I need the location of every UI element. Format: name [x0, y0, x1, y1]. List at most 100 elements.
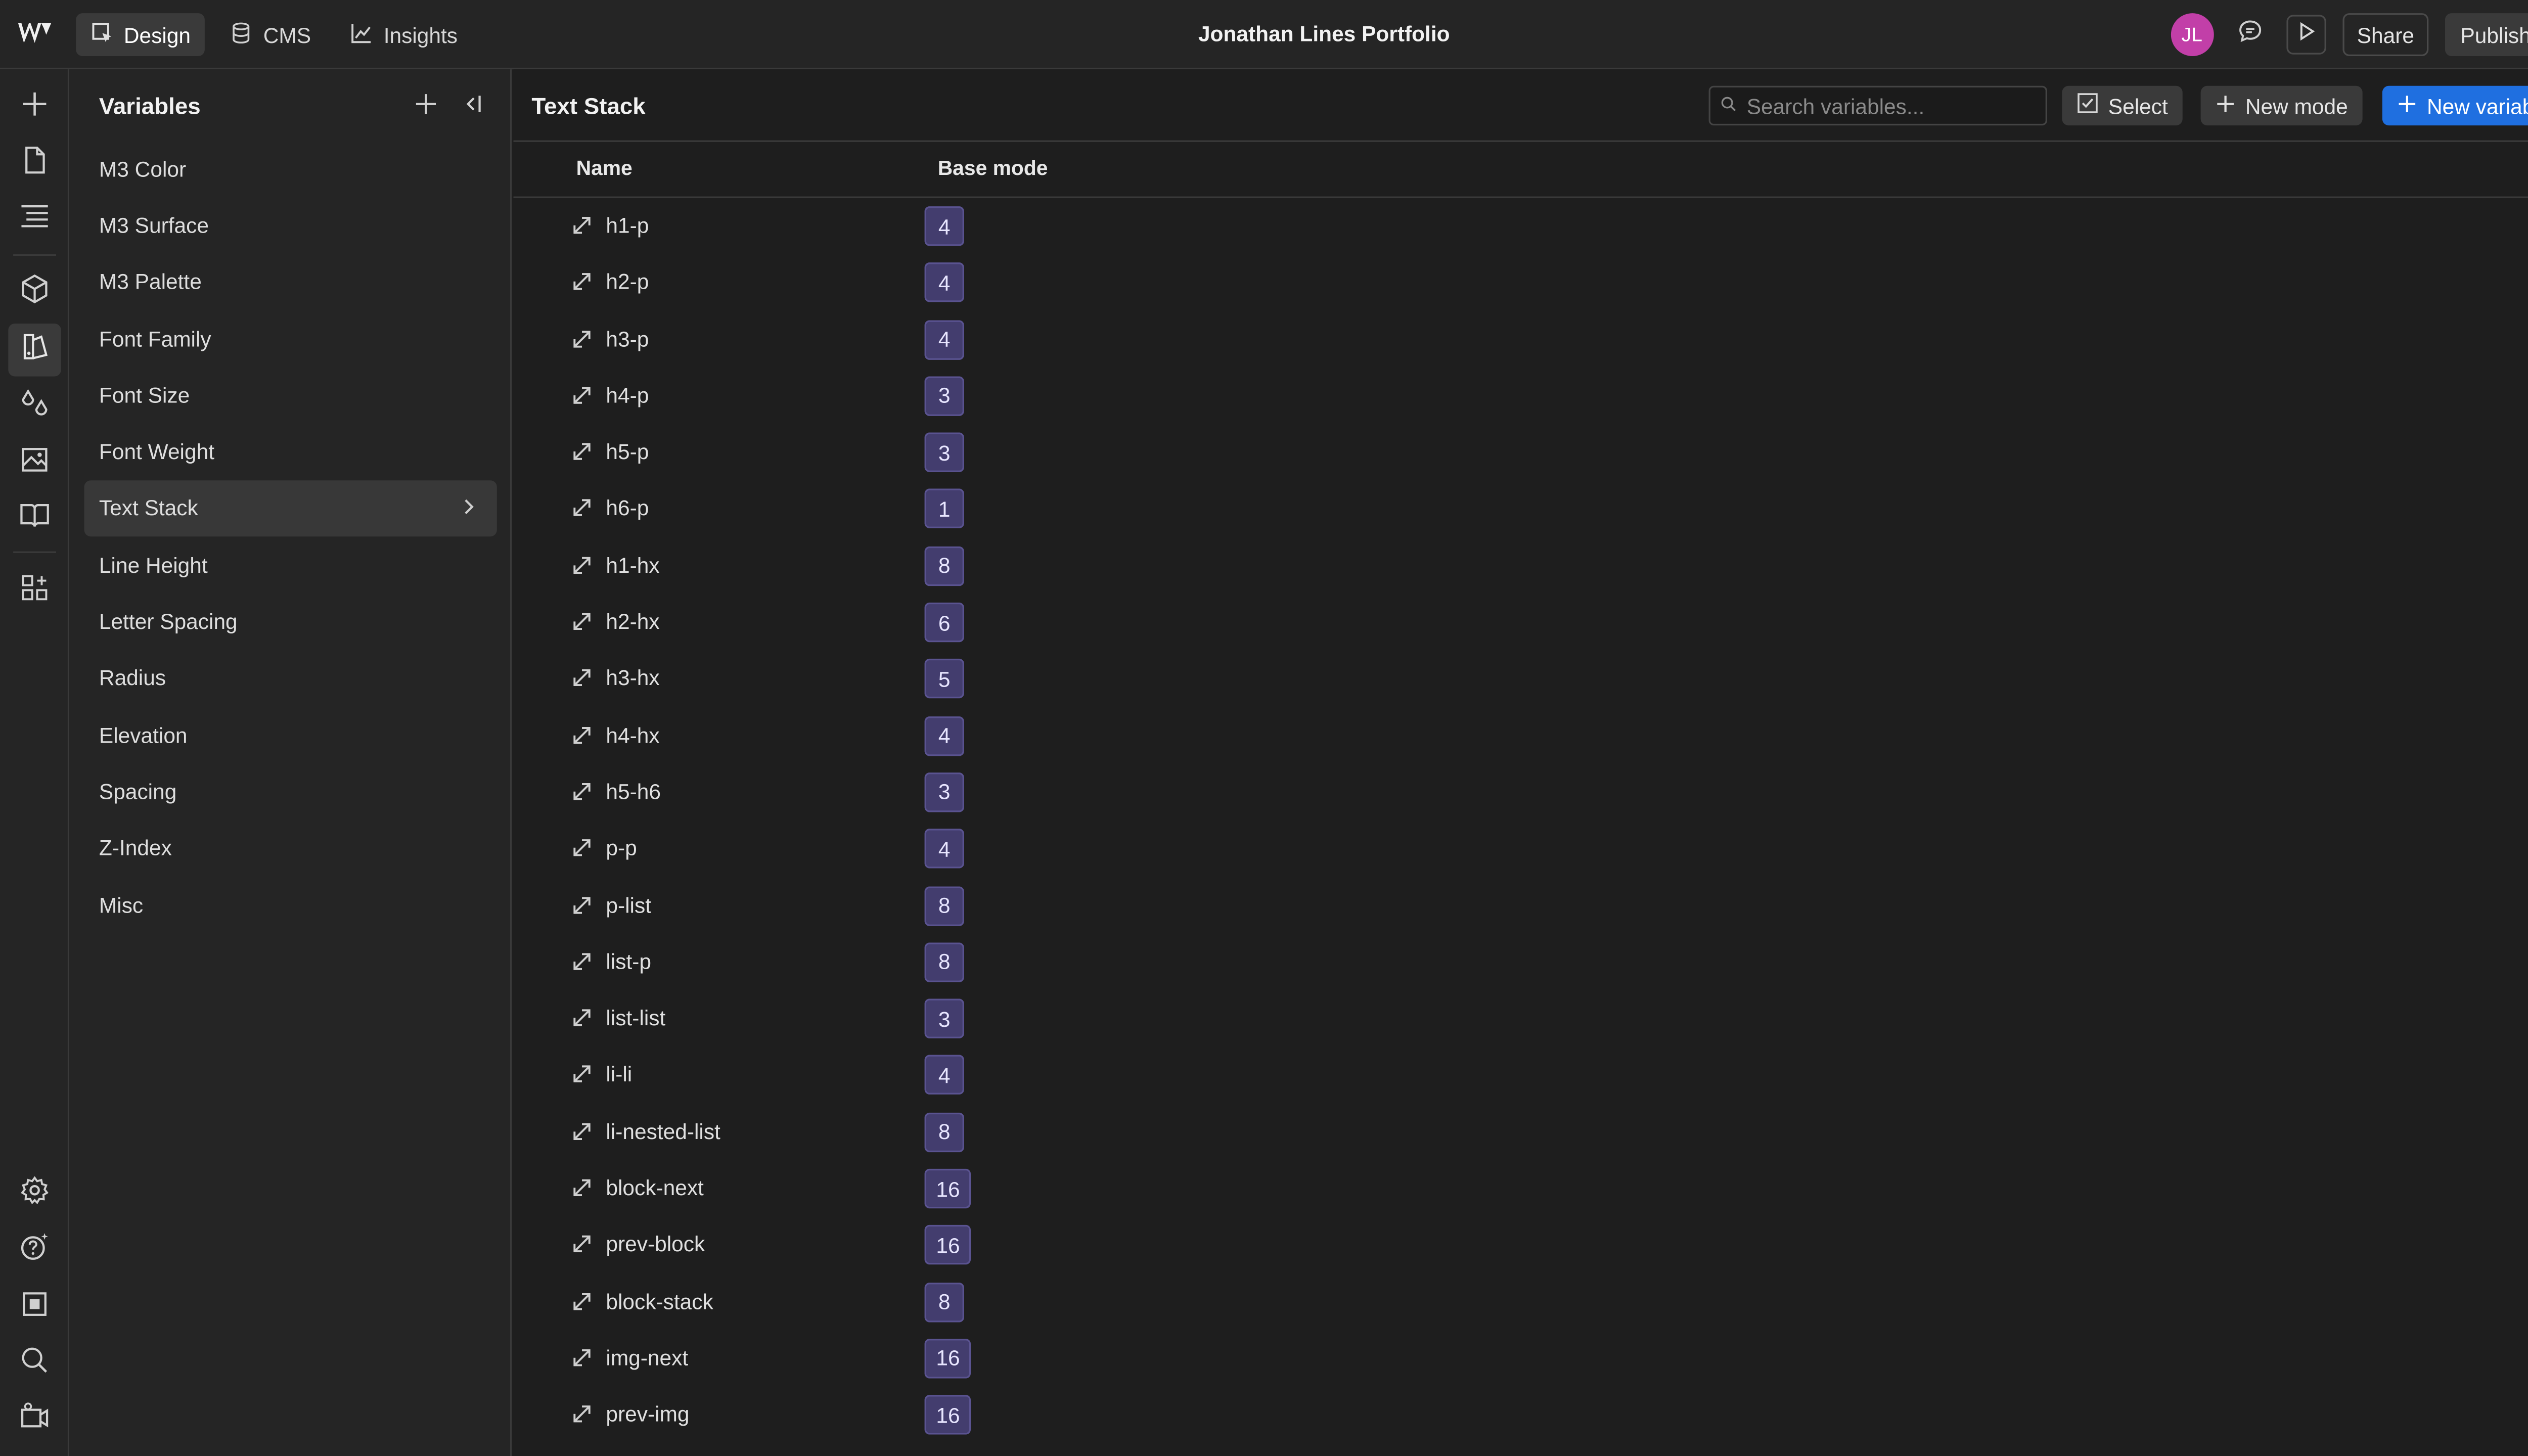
collection-item[interactable]: Font Weight — [84, 423, 497, 480]
variables-panel-button[interactable] — [8, 324, 61, 377]
avatar[interactable]: JL — [2170, 13, 2214, 57]
collection-item[interactable]: M3 Surface — [84, 197, 497, 254]
table-row[interactable]: p-p 4 — [514, 821, 2528, 878]
collapse-panel-button[interactable] — [457, 89, 487, 119]
table-row[interactable]: h2-hx 6 — [514, 595, 2528, 651]
search-button[interactable] — [8, 1337, 61, 1390]
navigator-panel-button[interactable] — [8, 193, 61, 246]
table-row[interactable]: h3-p 4 — [514, 311, 2528, 368]
collection-item[interactable]: Elevation — [84, 706, 497, 763]
variable-value-badge[interactable]: 8 — [924, 886, 964, 926]
variable-value-badge[interactable]: 8 — [924, 546, 964, 586]
table-row[interactable]: img-next 16 — [514, 1331, 2528, 1387]
left-tool-rail — [0, 69, 70, 1456]
table-row[interactable]: li-nested-list 8 — [514, 1104, 2528, 1161]
add-panel-button[interactable] — [8, 81, 61, 133]
variable-value-badge[interactable]: 3 — [924, 433, 964, 473]
collection-item[interactable]: Line Height — [84, 536, 497, 593]
styles-panel-button[interactable] — [8, 380, 61, 432]
resize-diagonal-icon — [571, 271, 593, 301]
table-row[interactable]: h5-p 3 — [514, 425, 2528, 481]
apps-panel-button[interactable] — [8, 565, 61, 617]
variable-value-badge[interactable]: 16 — [924, 1168, 972, 1209]
comments-button[interactable] — [2230, 15, 2269, 54]
drops-icon — [18, 385, 51, 427]
select-button[interactable]: Select — [2062, 85, 2183, 126]
audit-button[interactable] — [8, 1281, 61, 1334]
collection-item[interactable]: Letter Spacing — [84, 593, 497, 650]
components-panel-button[interactable] — [8, 266, 61, 318]
variable-rows: h1-p 4 h2-p 4 h3-p 4 h4-p 3 h5-p 3 h6-p 1 h1-hx 8 h2-h… — [514, 198, 2528, 1444]
table-row[interactable]: list-list 3 — [514, 991, 2528, 1048]
resize-diagonal-icon — [571, 1234, 593, 1263]
pages-panel-button[interactable] — [8, 137, 61, 190]
table-row[interactable]: prev-block 16 — [514, 1217, 2528, 1274]
variable-value-badge[interactable]: 5 — [924, 659, 964, 699]
preview-button[interactable] — [2286, 15, 2326, 55]
variable-name: prev-block — [606, 1232, 705, 1257]
collection-item[interactable]: Misc — [84, 876, 497, 933]
rail-divider — [13, 254, 57, 256]
new-variable-button[interactable]: New variable — [2382, 85, 2528, 126]
variable-value-badge[interactable]: 8 — [924, 1282, 964, 1322]
table-row[interactable]: block-stack 8 — [514, 1274, 2528, 1331]
variable-value-badge[interactable]: 4 — [924, 829, 964, 869]
table-row[interactable]: list-p 8 — [514, 934, 2528, 991]
collection-item[interactable]: Radius — [84, 650, 497, 706]
search-input[interactable] — [1746, 93, 2027, 118]
variable-value-badge[interactable]: 3 — [924, 772, 964, 812]
table-row[interactable]: prev-img 16 — [514, 1387, 2528, 1444]
assets-panel-button[interactable] — [8, 436, 61, 488]
collection-item[interactable]: Text Stack — [84, 480, 497, 537]
help-button[interactable] — [8, 1223, 61, 1276]
table-row[interactable]: h3-hx 5 — [514, 651, 2528, 708]
add-collection-button[interactable] — [411, 89, 441, 119]
settings-button[interactable] — [8, 1167, 61, 1220]
variable-value-badge[interactable]: 4 — [924, 206, 964, 246]
variable-name: h3-p — [606, 326, 649, 351]
variable-value-badge[interactable]: 16 — [924, 1395, 972, 1435]
collection-item[interactable]: Z-Index — [84, 820, 497, 876]
table-row[interactable]: h6-p 1 — [514, 481, 2528, 538]
table-row[interactable]: h4-p 3 — [514, 368, 2528, 425]
variable-value-badge[interactable]: 4 — [924, 320, 964, 359]
share-button[interactable]: Share — [2342, 13, 2429, 57]
table-row[interactable]: p-list 8 — [514, 878, 2528, 934]
collection-item[interactable]: Font Size — [84, 367, 497, 424]
video-tutorials-button[interactable] — [8, 1393, 61, 1446]
collection-item[interactable]: Font Family — [84, 310, 497, 367]
table-row[interactable]: li-li 4 — [514, 1048, 2528, 1104]
table-row[interactable]: h5-h6 3 — [514, 764, 2528, 821]
table-row[interactable]: h4-hx 4 — [514, 708, 2528, 764]
collection-label: Font Weight — [99, 439, 215, 464]
collection-item[interactable]: M3 Color — [84, 141, 497, 197]
variable-value-badge[interactable]: 16 — [924, 1225, 972, 1265]
variable-value-badge[interactable]: 8 — [924, 1112, 964, 1152]
table-row[interactable]: h2-p 4 — [514, 255, 2528, 311]
variable-value-badge[interactable]: 4 — [924, 263, 964, 303]
variable-value-badge[interactable]: 4 — [924, 716, 964, 756]
table-row[interactable]: h1-hx 8 — [514, 538, 2528, 595]
collection-label: Font Family — [99, 326, 211, 351]
variable-value-badge[interactable]: 4 — [924, 1056, 964, 1096]
publish-button[interactable]: Publish — [2446, 13, 2528, 57]
library-panel-button[interactable] — [8, 492, 61, 544]
table-row[interactable]: h1-p 4 — [514, 198, 2528, 255]
variable-value-badge[interactable]: 16 — [924, 1338, 972, 1379]
table-row[interactable]: block-next 16 — [514, 1161, 2528, 1217]
new-mode-button[interactable]: New mode — [2200, 85, 2363, 126]
collection-item[interactable]: M3 Palette — [84, 254, 497, 310]
variable-value-badge[interactable]: 8 — [924, 942, 964, 982]
variable-value-badge[interactable]: 3 — [924, 999, 964, 1039]
variable-value-badge[interactable]: 6 — [924, 603, 964, 643]
column-header-base-mode[interactable]: Base mode — [938, 157, 1048, 180]
variable-value-badge[interactable]: 3 — [924, 376, 964, 416]
collection-label: Elevation — [99, 722, 188, 747]
column-header-name[interactable]: Name — [576, 157, 633, 180]
search-icon — [18, 1343, 51, 1384]
collection-item[interactable]: Spacing — [84, 763, 497, 820]
search-box[interactable] — [1708, 85, 2047, 126]
resize-diagonal-icon — [571, 497, 593, 527]
variable-value-badge[interactable]: 1 — [924, 489, 964, 529]
help-icon — [18, 1229, 51, 1270]
